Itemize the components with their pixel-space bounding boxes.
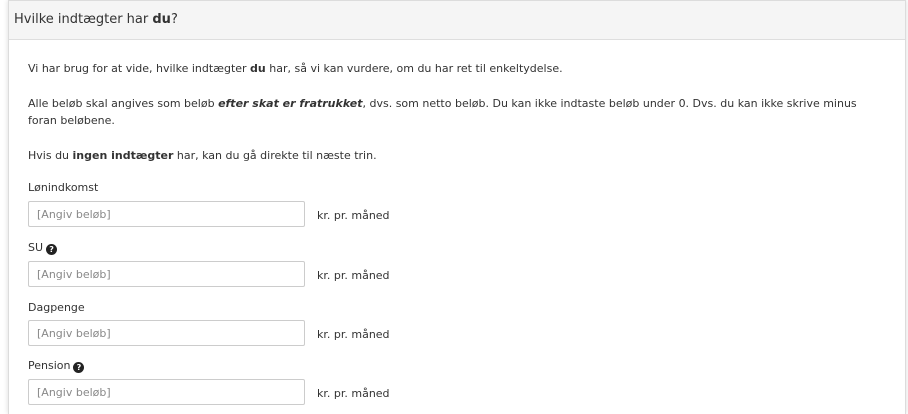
intro-paragraph-2: Alle beløb skal angives som beløb efter … xyxy=(28,95,878,129)
p3-after: har, kan du gå direkte til næste trin. xyxy=(173,149,377,162)
p3-bold: ingen indtægter xyxy=(72,149,174,162)
p2-bold-italic: efter skat er fratrukket xyxy=(218,97,363,110)
field-label-loenindkomst: Lønindkomst xyxy=(28,181,98,194)
p1-bold: du xyxy=(250,62,266,75)
field-label-dagpenge: Dagpenge xyxy=(28,301,85,314)
p1-after: har, så vi kan vurdere, om du har ret ti… xyxy=(265,62,563,75)
dagpenge-input[interactable] xyxy=(28,320,305,346)
income-panel: Hvilke indtægter har du? Vi har brug for… xyxy=(8,0,906,414)
p3-before: Hvis du xyxy=(28,149,73,162)
field-label-text: Pension xyxy=(28,359,71,372)
unit-label: kr. pr. måned xyxy=(317,269,390,282)
field-label-text: Dagpenge xyxy=(28,301,85,314)
field-label-su: SU? xyxy=(28,241,58,255)
question-circle-icon[interactable]: ? xyxy=(73,362,85,373)
loenindkomst-input[interactable] xyxy=(28,201,305,227)
heading-suffix: ? xyxy=(170,12,178,27)
p2-before: Alle beløb skal angives som beløb xyxy=(28,97,219,110)
question-circle-icon[interactable]: ? xyxy=(46,244,58,255)
intro-paragraph-3: Hvis du ingen indtægter har, kan du gå d… xyxy=(28,147,878,164)
heading-bold: du xyxy=(152,12,171,27)
heading-prefix: Hvilke indtægter har xyxy=(14,12,153,27)
field-label-pension: Pension? xyxy=(28,359,85,373)
panel-heading: Hvilke indtægter har du? xyxy=(9,1,905,40)
field-label-text: SU xyxy=(28,241,44,254)
pension-input[interactable] xyxy=(28,379,305,405)
field-label-text: Lønindkomst xyxy=(28,181,99,194)
unit-label: kr. pr. måned xyxy=(317,209,390,222)
p1-before: Vi har brug for at vide, hvilke indtægte… xyxy=(28,62,251,75)
intro-paragraph-1: Vi har brug for at vide, hvilke indtægte… xyxy=(28,60,878,77)
unit-label: kr. pr. måned xyxy=(317,387,390,400)
su-input[interactable] xyxy=(28,261,305,287)
unit-label: kr. pr. måned xyxy=(317,328,390,341)
